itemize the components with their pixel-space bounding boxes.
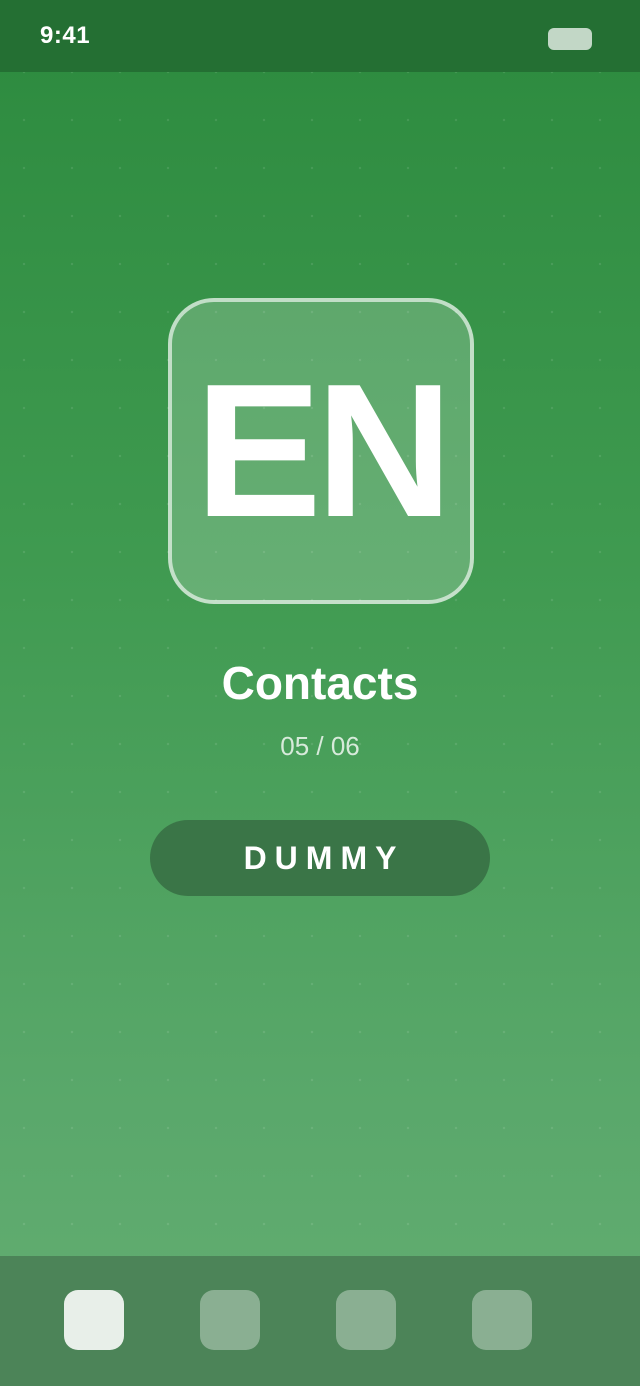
page-title: Contacts [221, 657, 419, 709]
dock-item-2-app-icon[interactable] [200, 1290, 260, 1350]
dock-item-4-app-icon[interactable] [472, 1290, 532, 1350]
app-logo-tile: EN [168, 298, 474, 604]
progress-counter: 05 / 06 [280, 731, 360, 761]
dock [0, 1256, 640, 1386]
status-time: 9:41 [40, 22, 91, 49]
app-logo-text: EN [195, 345, 453, 557]
battery-icon [548, 28, 592, 50]
dummy-button[interactable]: DUMMY [150, 820, 490, 896]
status-bar: 9:41 [0, 0, 640, 72]
dock-item-1-app-icon[interactable] [64, 1290, 124, 1350]
dock-item-3-app-icon[interactable] [336, 1290, 396, 1350]
